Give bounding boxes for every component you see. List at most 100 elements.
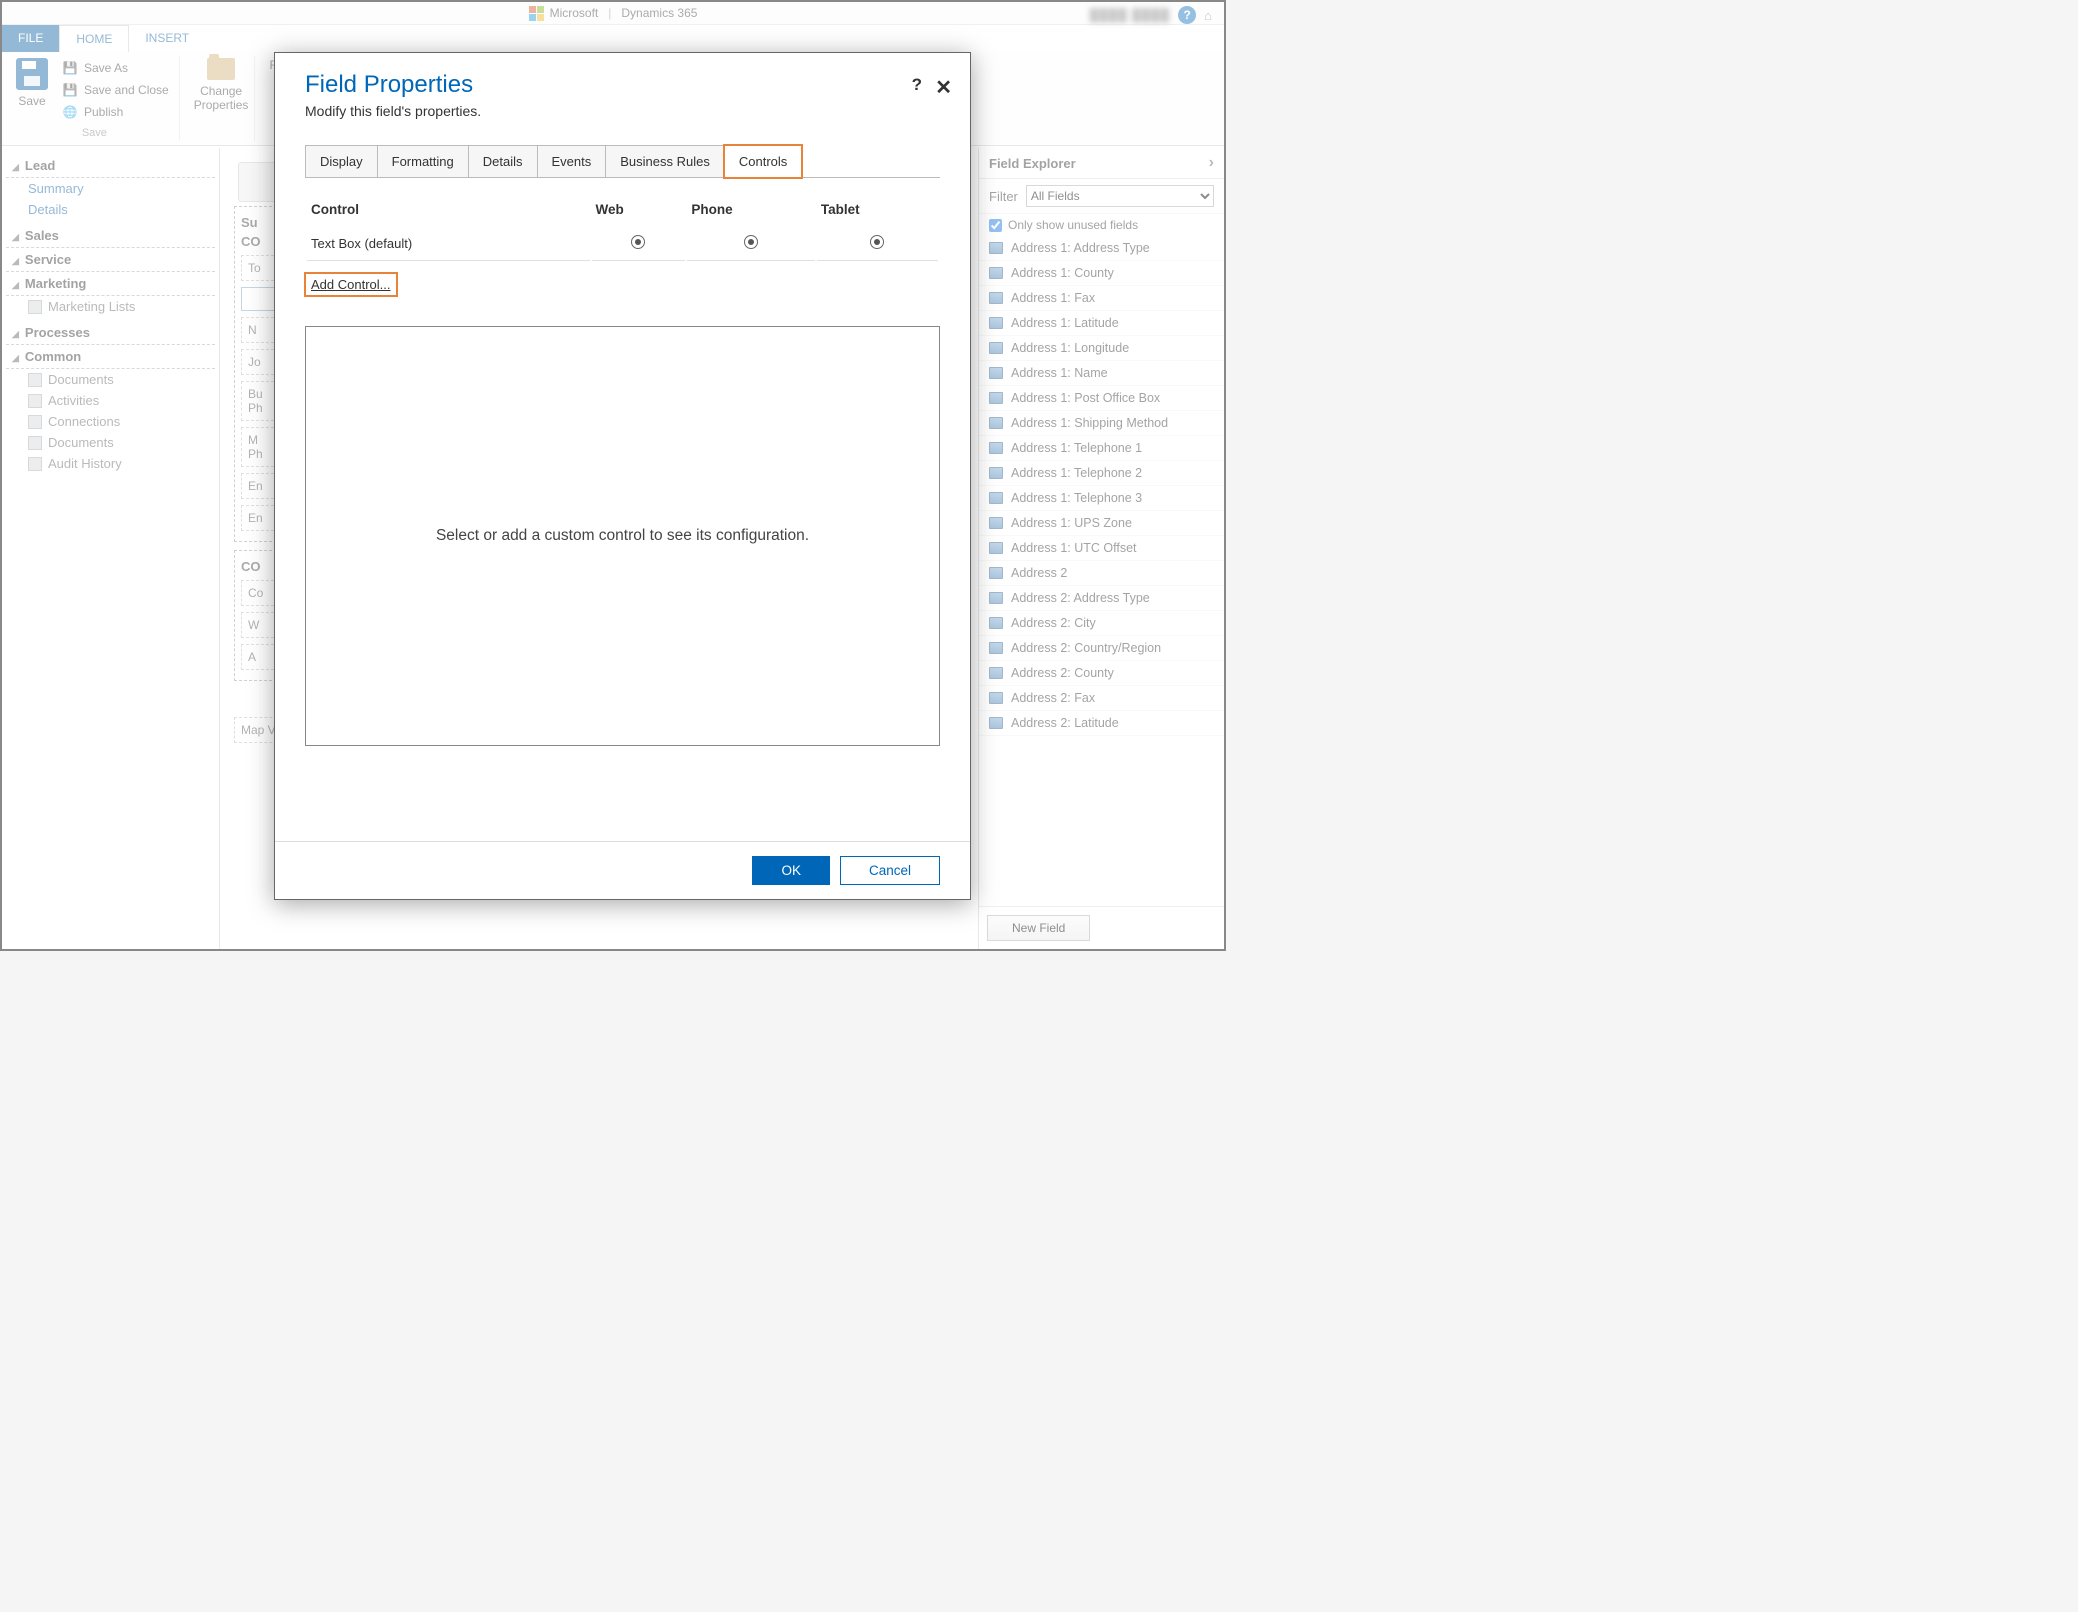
save-button[interactable]: Save bbox=[16, 58, 48, 108]
titlebar: Microsoft | Dynamics 365 ████ ████ ? ⌂ bbox=[2, 2, 1224, 24]
field-icon bbox=[989, 667, 1003, 679]
tab-events[interactable]: Events bbox=[537, 145, 607, 177]
field-icon bbox=[989, 642, 1003, 654]
filter-select[interactable]: All Fields bbox=[1026, 185, 1214, 207]
field-icon bbox=[989, 717, 1003, 729]
cancel-button[interactable]: Cancel bbox=[840, 856, 940, 885]
nav-documents2[interactable]: Documents bbox=[6, 432, 215, 453]
doc-icon bbox=[28, 373, 42, 387]
nav-service[interactable]: Service bbox=[6, 248, 215, 272]
separator: | bbox=[608, 6, 611, 20]
nav-lead-details[interactable]: Details bbox=[6, 199, 215, 220]
field-icon bbox=[989, 467, 1003, 479]
field-item[interactable]: Address 2: City bbox=[979, 611, 1224, 636]
nav-lead-summary[interactable]: Summary bbox=[6, 178, 215, 199]
field-item[interactable]: Address 1: Telephone 2 bbox=[979, 461, 1224, 486]
tab-display[interactable]: Display bbox=[305, 145, 378, 177]
field-item[interactable]: Address 1: Name bbox=[979, 361, 1224, 386]
group-save-label: Save bbox=[82, 127, 107, 139]
dialog-tabs: Display Formatting Details Events Busine… bbox=[305, 145, 940, 178]
field-explorer: Field Explorer Filter All Fields Only sh… bbox=[978, 148, 1224, 949]
unused-checkbox[interactable] bbox=[989, 219, 1002, 232]
field-item[interactable]: Address 1: Post Office Box bbox=[979, 386, 1224, 411]
field-item[interactable]: Address 2: Latitude bbox=[979, 711, 1224, 736]
nav-sales[interactable]: Sales bbox=[6, 224, 215, 248]
field-icon bbox=[989, 417, 1003, 429]
field-icon bbox=[989, 492, 1003, 504]
tab-business-rules[interactable]: Business Rules bbox=[605, 145, 725, 177]
field-item[interactable]: Address 2: Address Type bbox=[979, 586, 1224, 611]
controls-table: Control Web Phone Tablet Text Box (defau… bbox=[305, 192, 940, 263]
field-item[interactable]: Address 1: Shipping Method bbox=[979, 411, 1224, 436]
tab-file[interactable]: FILE bbox=[2, 25, 59, 52]
save-label: Save bbox=[18, 94, 45, 108]
field-item[interactable]: Address 2: County bbox=[979, 661, 1224, 686]
chevron-right-icon[interactable] bbox=[1209, 154, 1214, 172]
radio-tablet[interactable] bbox=[870, 235, 884, 249]
field-icon bbox=[989, 567, 1003, 579]
dialog-subtitle: Modify this field's properties. bbox=[305, 103, 940, 119]
nav-lead[interactable]: Lead bbox=[6, 154, 215, 178]
th-control: Control bbox=[307, 194, 590, 225]
new-field-button[interactable]: New Field bbox=[987, 915, 1090, 941]
tab-insert[interactable]: INSERT bbox=[129, 25, 205, 52]
field-item[interactable]: Address 1: Telephone 1 bbox=[979, 436, 1224, 461]
control-config-area: Select or add a custom control to see it… bbox=[305, 326, 940, 746]
nav-documents[interactable]: Documents bbox=[6, 369, 215, 390]
nav-connections[interactable]: Connections bbox=[6, 411, 215, 432]
radio-web[interactable] bbox=[631, 235, 645, 249]
field-item[interactable]: Address 1: Longitude bbox=[979, 336, 1224, 361]
field-item[interactable]: Address 1: UPS Zone bbox=[979, 511, 1224, 536]
publish-button[interactable]: 🌐Publish bbox=[58, 102, 173, 122]
nav-processes[interactable]: Processes bbox=[6, 321, 215, 345]
save-close-icon: 💾 bbox=[62, 82, 78, 98]
entity-image-placeholder[interactable] bbox=[238, 162, 278, 202]
change-properties-button[interactable]: Change Properties bbox=[194, 58, 249, 112]
field-icon bbox=[989, 342, 1003, 354]
ok-button[interactable]: OK bbox=[752, 856, 830, 885]
dialog-help-icon[interactable]: ? bbox=[912, 75, 922, 95]
field-icon bbox=[989, 292, 1003, 304]
tab-details[interactable]: Details bbox=[468, 145, 538, 177]
close-icon[interactable]: ✕ bbox=[935, 75, 952, 100]
help-icon[interactable]: ? bbox=[1178, 6, 1196, 24]
product-label: Dynamics 365 bbox=[621, 6, 697, 20]
save-close-button[interactable]: 💾Save and Close bbox=[58, 80, 173, 100]
left-nav: Lead Summary Details Sales Service Marke… bbox=[2, 148, 220, 949]
field-item[interactable]: Address 2 bbox=[979, 561, 1224, 586]
nav-common[interactable]: Common bbox=[6, 345, 215, 369]
field-icon bbox=[989, 517, 1003, 529]
field-icon bbox=[989, 592, 1003, 604]
control-row-default[interactable]: Text Box (default) bbox=[307, 227, 938, 261]
radio-phone[interactable] bbox=[744, 235, 758, 249]
nav-activities[interactable]: Activities bbox=[6, 390, 215, 411]
ribbon-tabstrip: FILE HOME INSERT bbox=[2, 24, 1224, 52]
save-as-button[interactable]: 💾Save As bbox=[58, 58, 173, 78]
nav-marketing-lists[interactable]: Marketing Lists bbox=[6, 296, 215, 317]
home-icon[interactable]: ⌂ bbox=[1204, 8, 1212, 23]
doc-icon bbox=[28, 436, 42, 450]
add-control-link[interactable]: Add Control... bbox=[305, 273, 397, 296]
field-item[interactable]: Address 1: County bbox=[979, 261, 1224, 286]
field-list[interactable]: Address 1: Address TypeAddress 1: County… bbox=[979, 236, 1224, 906]
field-item[interactable]: Address 1: UTC Offset bbox=[979, 536, 1224, 561]
tab-controls[interactable]: Controls bbox=[724, 145, 802, 178]
field-item[interactable]: Address 2: Fax bbox=[979, 686, 1224, 711]
save-as-icon: 💾 bbox=[62, 60, 78, 76]
connection-icon bbox=[28, 415, 42, 429]
audit-icon bbox=[28, 457, 42, 471]
activity-icon bbox=[28, 394, 42, 408]
tab-home[interactable]: HOME bbox=[59, 25, 129, 52]
folder-icon bbox=[207, 58, 235, 80]
field-item[interactable]: Address 2: Country/Region bbox=[979, 636, 1224, 661]
tab-formatting[interactable]: Formatting bbox=[377, 145, 469, 177]
fe-title: Field Explorer bbox=[989, 156, 1076, 171]
filter-label: Filter bbox=[989, 189, 1018, 204]
nav-audit[interactable]: Audit History bbox=[6, 453, 215, 474]
field-item[interactable]: Address 1: Fax bbox=[979, 286, 1224, 311]
field-item[interactable]: Address 1: Telephone 3 bbox=[979, 486, 1224, 511]
config-placeholder: Select or add a custom control to see it… bbox=[436, 527, 809, 545]
field-item[interactable]: Address 1: Address Type bbox=[979, 236, 1224, 261]
field-item[interactable]: Address 1: Latitude bbox=[979, 311, 1224, 336]
nav-marketing[interactable]: Marketing bbox=[6, 272, 215, 296]
